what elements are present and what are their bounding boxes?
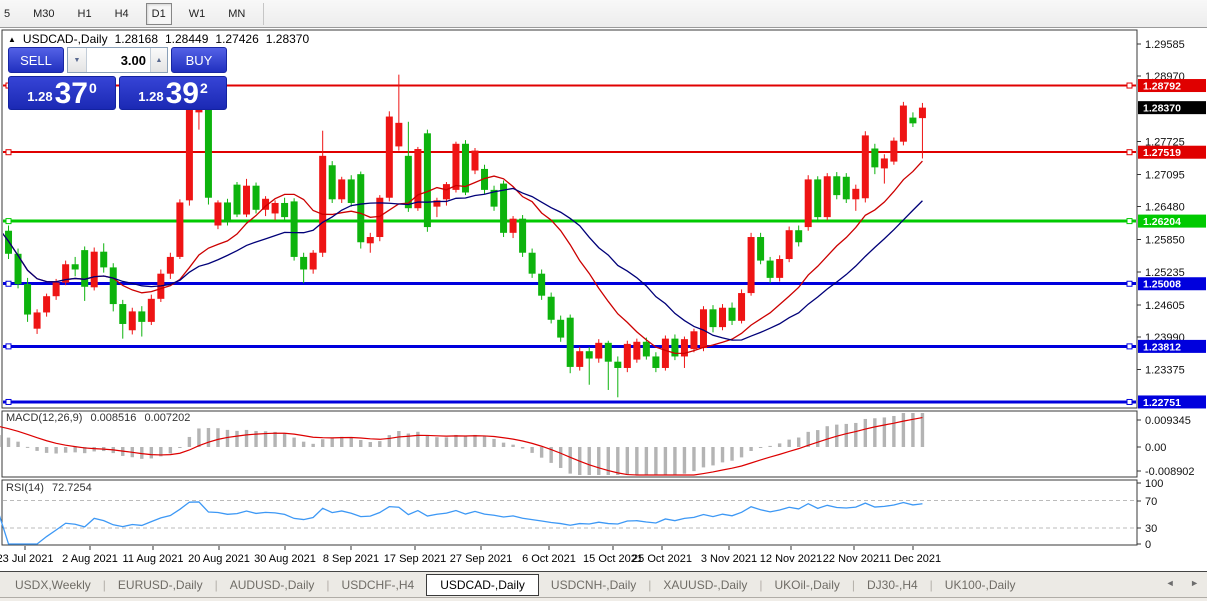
volume-decrease-icon[interactable]: ▼ [68, 48, 87, 72]
tab-separator: | [214, 577, 218, 592]
bid-price-button[interactable]: 1.28 37 0 [8, 76, 116, 110]
svg-text:17 Sep 2021: 17 Sep 2021 [384, 553, 446, 565]
svg-text:8 Sep 2021: 8 Sep 2021 [323, 553, 379, 565]
ohlc-high: 1.28449 [165, 32, 209, 46]
tab-scroll-right-icon[interactable]: ► [1190, 578, 1199, 588]
svg-text:23 Jul 2021: 23 Jul 2021 [0, 553, 53, 565]
trading-terminal: 1.29585 1.28970 1.27725 1.27095 1.26480 1.258… [0, 0, 1207, 601]
status-bar [0, 597, 1207, 601]
chart-title: ▲ USDCAD-,Daily 1.28168 1.28449 1.27426 … [8, 32, 309, 46]
svg-text:1.25008: 1.25008 [1143, 279, 1181, 291]
rsi-name: RSI(14) [6, 482, 44, 494]
svg-text:30 Aug 2021: 30 Aug 2021 [254, 553, 316, 565]
tab-usdx-weekly[interactable]: USDX,Weekly [10, 578, 96, 592]
svg-text:1 Dec 2021: 1 Dec 2021 [885, 553, 941, 565]
tab-scroll-arrows: ◄ ► [1153, 578, 1199, 588]
svg-text:0.00: 0.00 [1145, 442, 1166, 454]
timeframe-5[interactable]: 5 [1, 3, 16, 25]
volume-input[interactable]: 3.00 [87, 48, 150, 72]
rsi-value: 72.7254 [51, 482, 92, 494]
tab-separator: | [326, 577, 330, 592]
sell-button[interactable]: SELL [8, 47, 64, 73]
svg-text:1.28792: 1.28792 [1143, 81, 1181, 93]
volume-increase-icon[interactable]: ▲ [150, 48, 167, 72]
tab-audusd-daily[interactable]: AUDUSD-,Daily [225, 578, 320, 592]
svg-text:30: 30 [1145, 523, 1157, 535]
timeframe-h4[interactable]: H4 [109, 3, 135, 25]
tab-uk100-daily[interactable]: UK100-,Daily [940, 578, 1021, 592]
svg-text:20 Aug 2021: 20 Aug 2021 [188, 553, 250, 565]
timeframe-d1[interactable]: D1 [145, 2, 172, 25]
svg-text:1.25850: 1.25850 [1145, 235, 1185, 247]
chart-symbol-label: USDCAD-,Daily [22, 32, 108, 46]
tab-separator: | [102, 577, 106, 592]
tab-separator: | [648, 577, 652, 592]
svg-text:6 Oct 2021: 6 Oct 2021 [522, 553, 576, 565]
bid-big-digits: 37 [54, 77, 88, 111]
svg-text:1.23375: 1.23375 [1145, 364, 1185, 376]
ohlc-low: 1.27426 [215, 32, 259, 46]
tab-eurusd-daily[interactable]: EURUSD-,Daily [113, 578, 208, 592]
tab-usdchf-h4[interactable]: USDCHF-,H4 [337, 578, 420, 592]
svg-text:22 Nov 2021: 22 Nov 2021 [823, 553, 885, 565]
ohlc-close: 1.28370 [265, 32, 310, 46]
svg-text:27 Sep 2021: 27 Sep 2021 [450, 553, 512, 565]
svg-text:1.29585: 1.29585 [1145, 39, 1185, 51]
svg-text:1.24605: 1.24605 [1145, 300, 1185, 312]
timeframe-m30[interactable]: M30 [27, 3, 60, 25]
svg-text:1.27095: 1.27095 [1145, 169, 1185, 181]
svg-text:1.26204: 1.26204 [1143, 216, 1181, 228]
macd-name: MACD(12,26,9) [6, 412, 83, 424]
svg-text:2 Aug 2021: 2 Aug 2021 [62, 553, 118, 565]
svg-text:3 Nov 2021: 3 Nov 2021 [701, 553, 757, 565]
tab-dj30-h4[interactable]: DJ30-,H4 [862, 578, 923, 592]
tab-separator: | [929, 577, 933, 592]
svg-text:100: 100 [1145, 478, 1163, 490]
macd-signal-value: 0.007202 [144, 412, 191, 424]
macd-indicator-label: MACD(12,26,9) 0.008516 0.007202 [6, 412, 195, 424]
bid-pip-digit: 0 [88, 80, 97, 96]
svg-text:1.25235: 1.25235 [1145, 267, 1185, 279]
one-click-trading-panel: SELL ▼ 3.00 ▲ BUY 1.28 37 0 1.28 39 2 [8, 47, 227, 110]
ask-prefix: 1.28 [138, 89, 164, 104]
expand-arrow-icon[interactable]: ▲ [8, 35, 16, 44]
macd-main-value: 0.008516 [90, 412, 137, 424]
timeframe-toolbar: 5 M30 H1 H4 D1 W1 MN [0, 0, 1207, 28]
svg-text:1.27519: 1.27519 [1143, 147, 1181, 159]
svg-text:1.28370: 1.28370 [1143, 103, 1181, 115]
ask-big-digits: 39 [165, 77, 199, 111]
tab-separator: | [759, 577, 763, 592]
tab-usdcad-daily[interactable]: USDCAD-,Daily [426, 573, 539, 596]
tab-separator: | [851, 577, 855, 592]
ask-pip-digit: 2 [199, 80, 208, 96]
svg-text:0.009345: 0.009345 [1145, 415, 1191, 427]
toolbar-separator [263, 2, 265, 25]
svg-text:70: 70 [1145, 496, 1157, 508]
volume-spinner: ▼ 3.00 ▲ [67, 47, 168, 73]
svg-text:0: 0 [1145, 539, 1151, 551]
svg-text:25 Oct 2021: 25 Oct 2021 [632, 553, 692, 565]
svg-text:11 Aug 2021: 11 Aug 2021 [123, 553, 184, 565]
svg-text:1.23812: 1.23812 [1143, 341, 1181, 353]
timeframe-mn[interactable]: MN [222, 3, 251, 25]
rsi-indicator-label: RSI(14) 72.7254 [6, 482, 97, 494]
timeframe-h1[interactable]: H1 [72, 3, 98, 25]
tab-usdcnh-daily[interactable]: USDCNH-,Daily [546, 578, 641, 592]
ask-price-button[interactable]: 1.28 39 2 [119, 76, 227, 110]
tab-scroll-left-icon[interactable]: ◄ [1166, 578, 1175, 588]
ohlc-open: 1.28168 [114, 32, 158, 46]
timeframe-w1[interactable]: W1 [183, 3, 212, 25]
svg-text:12 Nov 2021: 12 Nov 2021 [760, 553, 822, 565]
buy-button[interactable]: BUY [171, 47, 227, 73]
svg-text:1.22751: 1.22751 [1143, 397, 1181, 409]
svg-text:1.26480: 1.26480 [1145, 202, 1185, 214]
bid-prefix: 1.28 [27, 89, 53, 104]
svg-text:-0.008902: -0.008902 [1145, 466, 1195, 478]
tab-xauusd-daily[interactable]: XAUUSD-,Daily [658, 578, 752, 592]
symbol-tab-bar: USDX,Weekly | EURUSD-,Daily | AUDUSD-,Daily |… [0, 571, 1207, 597]
tab-ukoil-daily[interactable]: UKOil-,Daily [770, 578, 845, 592]
